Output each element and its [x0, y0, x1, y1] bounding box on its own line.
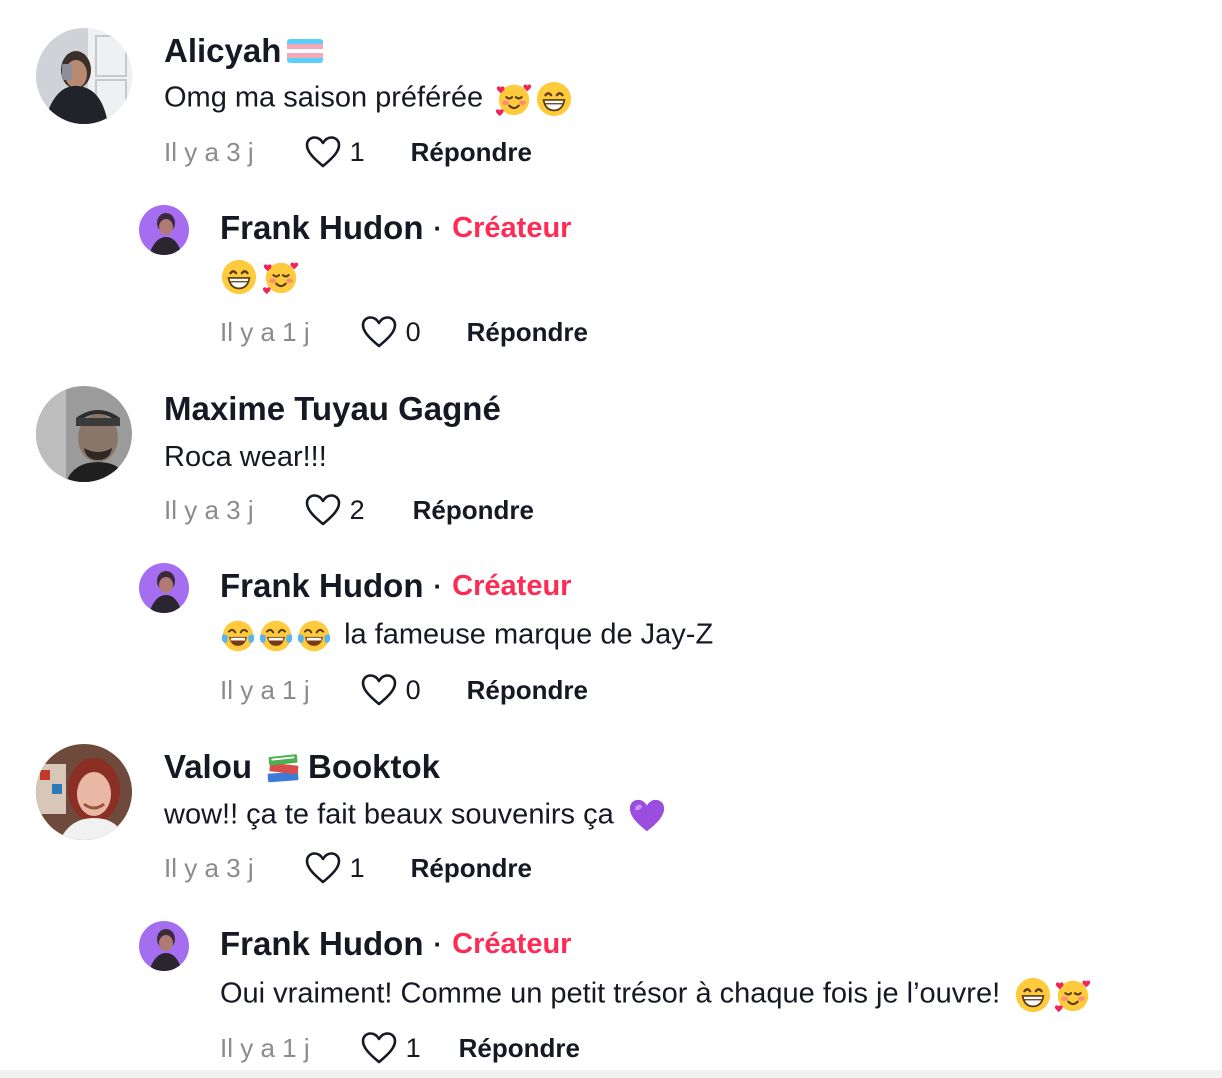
- face-with-tears-of-joy-emoji-icon: [220, 618, 256, 654]
- face-with-tears-of-joy-emoji-icon: [296, 618, 332, 654]
- comment-time: Il y a 1 j: [220, 674, 310, 705]
- comment-author[interactable]: Frank Hudon: [220, 209, 424, 247]
- like-count: 1: [405, 1032, 421, 1063]
- creator-badge: Créateur: [452, 927, 572, 960]
- like-count: 2: [349, 494, 365, 525]
- reply-button[interactable]: Répondre: [459, 1033, 580, 1064]
- beaming-face-emoji-icon: [1014, 976, 1052, 1014]
- creator-badge: Créateur: [452, 569, 572, 602]
- smiling-face-with-hearts-emoji-icon: [262, 258, 300, 296]
- heart-outline-icon: [304, 135, 342, 169]
- like-button[interactable]: 1: [304, 135, 365, 169]
- comment-time: Il y a 3 j: [164, 852, 254, 883]
- comment-author[interactable]: Frank Hudon: [220, 925, 424, 963]
- comment-time: Il y a 3 j: [164, 494, 254, 525]
- avatar[interactable]: [36, 386, 132, 482]
- like-count: 0: [405, 316, 421, 347]
- comment-text: Oui vraiment! Comme un petit trésor à ch…: [220, 977, 1001, 1010]
- comment-author[interactable]: Booktok: [308, 748, 440, 786]
- like-button[interactable]: 0: [360, 315, 421, 349]
- avatar[interactable]: [139, 205, 189, 255]
- avatar[interactable]: [139, 921, 189, 971]
- comment-author[interactable]: Alicyah: [164, 32, 281, 70]
- like-button[interactable]: 1: [304, 851, 365, 885]
- heart-outline-icon: [360, 673, 398, 707]
- transgender-flag-icon: [287, 39, 324, 63]
- like-count: 1: [349, 136, 365, 167]
- smiling-face-with-hearts-emoji-icon: [1054, 976, 1092, 1014]
- separator-dot: ·: [433, 570, 443, 601]
- creator-badge: Créateur: [452, 211, 572, 244]
- comment-author[interactable]: Frank Hudon: [220, 567, 424, 605]
- heart-outline-icon: [304, 493, 342, 527]
- beaming-face-emoji-icon: [220, 258, 258, 296]
- comment-text: Roca wear!!!: [164, 441, 327, 473]
- heart-outline-icon: [360, 1031, 398, 1065]
- avatar[interactable]: [36, 744, 132, 840]
- heart-outline-icon: [304, 851, 342, 885]
- beaming-face-emoji-icon: [535, 80, 573, 118]
- avatar[interactable]: [36, 28, 132, 124]
- comment-author[interactable]: Valou: [164, 748, 252, 786]
- comment-text: wow!! ça te fait beaux souvenirs ça: [164, 798, 614, 831]
- books-emoji-icon: [264, 748, 302, 786]
- heart-outline-icon: [360, 315, 398, 349]
- smiling-face-with-hearts-emoji-icon: [495, 80, 533, 118]
- like-button[interactable]: 2: [304, 493, 365, 527]
- like-count: 1: [349, 852, 365, 883]
- reply-button[interactable]: Répondre: [467, 317, 588, 348]
- reply-button[interactable]: Répondre: [413, 495, 534, 526]
- comment-text: Omg ma saison préférée: [164, 81, 484, 114]
- bottom-divider: [0, 1070, 1222, 1078]
- separator-dot: ·: [433, 928, 443, 959]
- like-button[interactable]: 1: [360, 1031, 421, 1065]
- comment-time: Il y a 3 j: [164, 136, 254, 167]
- comment-time: Il y a 1 j: [220, 1032, 310, 1063]
- separator-dot: ·: [433, 212, 443, 243]
- comment-text: la fameuse marque de Jay-Z: [344, 618, 714, 651]
- face-with-tears-of-joy-emoji-icon: [258, 618, 294, 654]
- like-count: 0: [405, 674, 421, 705]
- like-button[interactable]: 0: [360, 673, 421, 707]
- comment-time: Il y a 1 j: [220, 316, 310, 347]
- purple-heart-emoji-icon: [628, 797, 666, 835]
- comment-author[interactable]: Maxime Tuyau Gagné: [164, 390, 501, 428]
- reply-button[interactable]: Répondre: [467, 675, 588, 706]
- reply-button[interactable]: Répondre: [411, 853, 532, 884]
- reply-button[interactable]: Répondre: [411, 137, 532, 168]
- avatar[interactable]: [139, 563, 189, 613]
